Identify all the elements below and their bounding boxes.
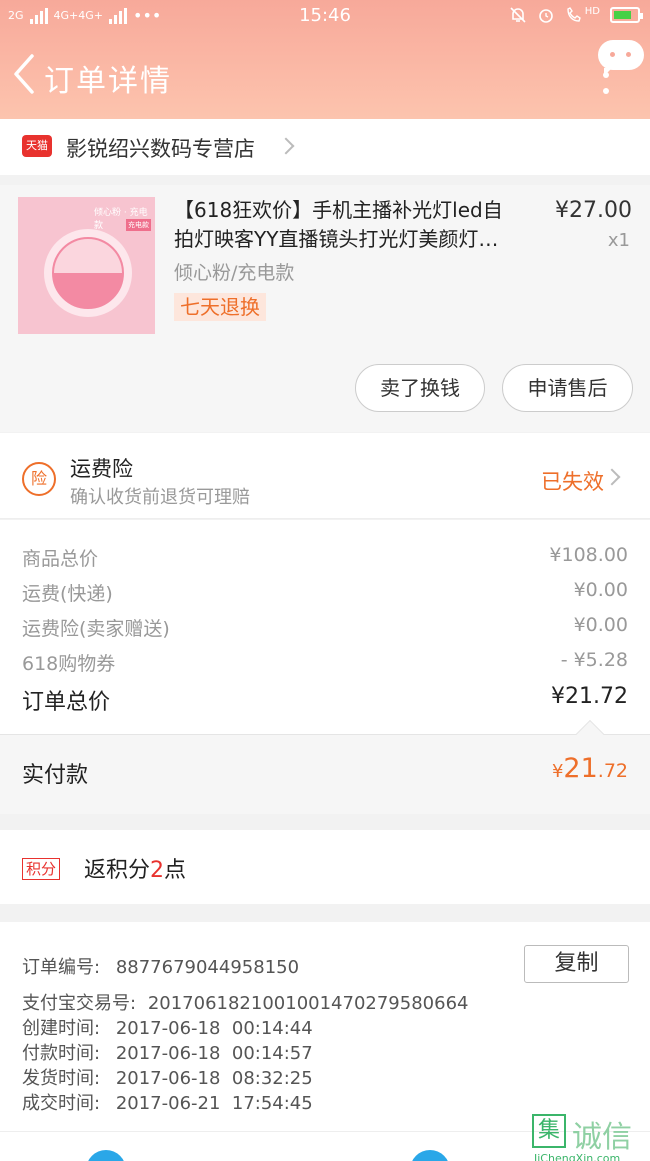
order-total-value: ¥21.72 (551, 684, 628, 709)
points-number: 2 (150, 858, 165, 883)
closed-time-row: 成交时间: 2017-06-21 17:54:45 (22, 1089, 313, 1115)
more-menu-icon[interactable] (603, 72, 609, 94)
summary-value: ¥108.00 (549, 544, 628, 566)
points-text: 返积分2点 (84, 852, 186, 884)
product-title-line2: 拍灯映客YY直播镜头打光灯美颜灯… (174, 227, 499, 251)
order-total-label: 订单总价 (22, 690, 111, 715)
shop-row[interactable]: 天猫 影锐绍兴数码专营店 (0, 119, 650, 175)
thumb-caption-badge: 充电款 (126, 219, 151, 231)
alipay-label: 支付宝交易号: (22, 993, 137, 1014)
order-number-label: 订单编号: (22, 957, 101, 978)
product-price: ¥27.00 (555, 198, 632, 223)
tmall-logo: 天猫 (22, 135, 52, 157)
order-number: 8877679044958150 (115, 957, 300, 978)
watermark-site: JiChengXin.com (534, 1152, 621, 1161)
watermark-text: 诚信 (572, 1120, 632, 1155)
summary-row: 运费(快递) ¥0.00 (22, 579, 628, 606)
mute-bell-icon (510, 7, 526, 23)
created-time: 2017-06-18 00:14:44 (115, 1018, 313, 1039)
actual-payment-value: ¥21.72 (552, 753, 628, 784)
product-quantity: x1 (607, 230, 630, 251)
page-title: 订单详情 (44, 64, 172, 99)
points-prefix: 返积分 (84, 858, 151, 883)
summary-label: 618购物券 (22, 653, 116, 675)
hd-label: HD (584, 5, 600, 17)
insurance-status: 已失效 (541, 470, 604, 494)
product-sku: 倾心粉/充电款 (174, 262, 295, 284)
order-number-row: 订单编号: 8877679044958150 (22, 953, 299, 979)
after-sale-button[interactable]: 申请售后 (502, 364, 633, 412)
created-time-row: 创建时间: 2017-06-18 00:14:44 (22, 1014, 313, 1040)
paid-time-row: 付款时间: 2017-06-18 00:14:57 (22, 1039, 313, 1065)
summary-value: - ¥5.28 (560, 649, 628, 671)
summary-row: 618购物券 - ¥5.28 (22, 649, 628, 676)
alipay-row: 支付宝交易号: 2017061821001001470279580664 (22, 989, 468, 1015)
alipay-number: 2017061821001001470279580664 (147, 993, 469, 1014)
points-suffix: 点 (164, 858, 187, 883)
nav-header: 订单详情 (0, 32, 650, 119)
order-total-row: 订单总价 ¥21.72 (22, 684, 628, 716)
shipped-time: 2017-06-18 08:32:25 (115, 1068, 313, 1089)
status-bar: 2G 4G+4G+ ••• 15:46 HD (0, 0, 650, 32)
battery-level (614, 11, 631, 19)
insurance-subtitle: 确认收货前退货可理赔 (70, 487, 250, 508)
amount-decimal: .72 (597, 760, 628, 782)
actual-payment-row: 实付款 ¥21.72 (0, 734, 650, 814)
created-time-label: 创建时间: (22, 1018, 101, 1039)
insurance-icon: 险 (22, 462, 56, 496)
product-title-line1: 【618狂欢价】手机主播补光灯led自 (174, 198, 503, 222)
summary-row: 商品总价 ¥108.00 (22, 544, 628, 571)
chevron-right-icon (603, 468, 621, 486)
insurance-title: 运费险 (70, 457, 133, 481)
shop-name[interactable]: 影锐绍兴数码专营店 (66, 133, 255, 163)
chevron-right-icon (277, 137, 295, 155)
copy-button[interactable]: 复制 (524, 945, 629, 983)
closed-time: 2017-06-21 17:54:45 (115, 1093, 313, 1114)
status-icons: HD (509, 5, 643, 24)
points-badge: 积分 (22, 858, 61, 880)
summary-label: 运费险(卖家赠送) (22, 618, 170, 640)
hd-call-icon (567, 7, 581, 22)
product-thumbnail[interactable]: 倾心粉 · 充电款 充电款 (18, 197, 155, 334)
summary-row: 运费险(卖家赠送) ¥0.00 (22, 614, 628, 641)
actual-payment-label: 实付款 (22, 763, 89, 788)
summary-value: ¥0.00 (573, 614, 628, 636)
chat-bubble-icon[interactable] (598, 40, 644, 76)
ring-light-image (44, 229, 132, 317)
points-row: 积分 返积分2点 (0, 830, 650, 904)
paid-time-label: 付款时间: (22, 1043, 101, 1064)
paid-time: 2017-06-18 00:14:57 (115, 1043, 313, 1064)
shipped-time-label: 发货时间: (22, 1068, 101, 1089)
price-summary: 商品总价 ¥108.00 运费(快递) ¥0.00 运费险(卖家赠送) ¥0.0… (0, 520, 650, 734)
shipped-time-row: 发货时间: 2017-06-18 08:32:25 (22, 1064, 313, 1090)
back-arrow-icon[interactable] (10, 52, 40, 96)
product-title[interactable]: 【618狂欢价】手机主播补光灯led自 拍灯映客YY直播镜头打光灯美颜灯… (174, 196, 528, 254)
shipping-insurance-row[interactable]: 险 运费险 确认收货前退货可理赔 已失效 (0, 433, 650, 519)
battery-icon (610, 7, 643, 23)
summary-value: ¥0.00 (573, 579, 628, 601)
return-policy-tag: 七天退换 (174, 293, 266, 321)
alarm-icon (538, 9, 553, 23)
resell-button[interactable]: 卖了换钱 (355, 364, 485, 412)
summary-label: 运费(快递) (22, 583, 113, 605)
currency-symbol: ¥ (551, 761, 564, 782)
amount-integer: 21 (563, 753, 598, 784)
watermark-box: 集 (532, 1114, 566, 1148)
closed-time-label: 成交时间: (22, 1093, 101, 1114)
summary-label: 商品总价 (22, 548, 99, 570)
